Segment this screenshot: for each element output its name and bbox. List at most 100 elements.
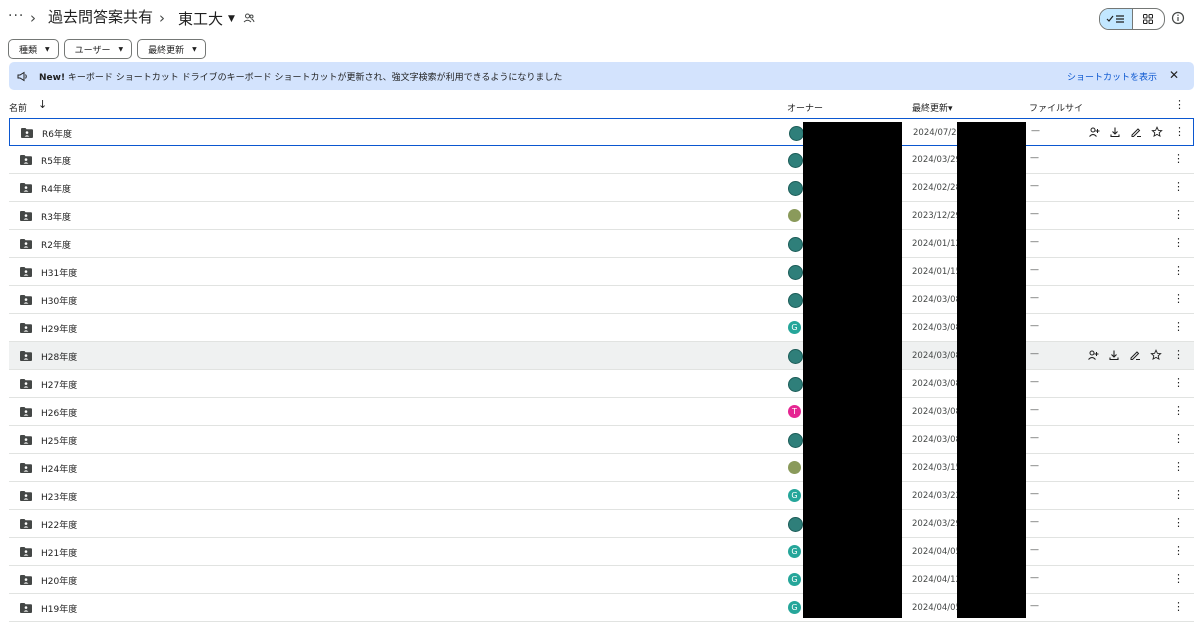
- column-name-header[interactable]: 名前: [9, 101, 27, 114]
- folder-name[interactable]: H25年度: [41, 434, 77, 447]
- modified-date: 2024/03/08: [912, 351, 961, 361]
- owner-avatar: G: [788, 545, 801, 558]
- shared-folder-icon[interactable]: [243, 12, 255, 24]
- close-icon[interactable]: ✕: [1169, 68, 1179, 82]
- filter-type-label: 種類: [19, 45, 38, 56]
- star-icon[interactable]: [1150, 349, 1162, 361]
- more-actions-icon[interactable]: ⋮: [1173, 292, 1184, 305]
- shared-folder-icon: [20, 407, 32, 417]
- folder-name[interactable]: R5年度: [41, 154, 71, 167]
- folder-name[interactable]: H19年度: [41, 602, 77, 615]
- grid-view-button[interactable]: [1131, 9, 1165, 29]
- modified-date: 2024/03/08: [912, 435, 961, 445]
- breadcrumb-separator: ›: [159, 9, 165, 27]
- caret-down-icon: ▼: [228, 13, 235, 24]
- folder-name[interactable]: H30年度: [41, 294, 77, 307]
- modified-date: 2024/01/12: [912, 239, 961, 249]
- filter-bar: 種類 ▼ ユーザー ▼ 最終更新 ▼: [8, 39, 206, 59]
- more-actions-icon[interactable]: ⋮: [1173, 516, 1184, 529]
- rename-icon[interactable]: [1130, 126, 1142, 138]
- owner-avatar: [788, 265, 803, 280]
- download-icon[interactable]: [1108, 349, 1120, 361]
- modified-date: 2024/03/08: [912, 379, 961, 389]
- folder-name[interactable]: R2年度: [41, 238, 71, 251]
- folder-name[interactable]: H29年度: [41, 322, 77, 335]
- column-size-header: ファイルサイ: [1029, 104, 1084, 114]
- owner-avatar: G: [788, 573, 801, 586]
- more-actions-icon[interactable]: ⋮: [1173, 320, 1184, 333]
- more-actions-icon[interactable]: ⋮: [1173, 572, 1184, 585]
- download-icon[interactable]: [1109, 126, 1121, 138]
- file-size: —: [1030, 405, 1039, 415]
- folder-name[interactable]: H20年度: [41, 574, 77, 587]
- folder-name[interactable]: H28年度: [41, 350, 77, 363]
- file-size: —: [1030, 237, 1039, 247]
- folder-name[interactable]: H21年度: [41, 546, 77, 559]
- folder-name[interactable]: H23年度: [41, 490, 77, 503]
- column-modified-header[interactable]: 最終更新▾: [912, 101, 953, 114]
- more-actions-icon[interactable]: ⋮: [1173, 348, 1184, 361]
- more-actions-icon[interactable]: ⋮: [1173, 488, 1184, 501]
- column-options-icon[interactable]: ⋮: [1174, 98, 1185, 111]
- sort-caret-icon: ▾: [948, 104, 953, 114]
- more-actions-icon[interactable]: ⋮: [1173, 208, 1184, 221]
- list-view-button[interactable]: [1100, 9, 1132, 29]
- announcement-banner: New! キーボード ショートカット ドライブのキーボード ショートカットが更新…: [9, 62, 1194, 90]
- shared-folder-icon: [20, 379, 32, 389]
- more-actions-icon[interactable]: ⋮: [1173, 376, 1184, 389]
- filter-modified-chip[interactable]: 最終更新 ▼: [137, 39, 206, 59]
- file-size: —: [1030, 545, 1039, 555]
- shared-folder-icon: [20, 575, 32, 585]
- more-actions-icon[interactable]: ⋮: [1173, 404, 1184, 417]
- star-icon[interactable]: [1151, 126, 1163, 138]
- file-size: —: [1030, 181, 1039, 191]
- folder-name[interactable]: H24年度: [41, 462, 77, 475]
- owner-avatar: [788, 461, 801, 474]
- owner-avatar: [788, 209, 801, 222]
- more-actions-icon[interactable]: ⋮: [1173, 152, 1184, 165]
- rename-icon[interactable]: [1129, 349, 1141, 361]
- breadcrumb-parent-label: 過去問答案共有: [48, 8, 154, 26]
- file-size: —: [1030, 209, 1039, 219]
- redaction-block: [803, 122, 902, 618]
- file-list-header: 名前 ↓ オーナー 最終更新▾ ファイルサイ ⋮: [0, 96, 1200, 118]
- shared-folder-icon: [20, 323, 32, 333]
- modified-date: 2023/12/29: [912, 211, 961, 221]
- folder-name[interactable]: R3年度: [41, 210, 71, 223]
- more-actions-icon[interactable]: ⋮: [1173, 236, 1184, 249]
- breadcrumb-parent[interactable]: 過去問答案共有: [48, 6, 153, 27]
- more-actions-icon[interactable]: ⋮: [1173, 460, 1184, 473]
- more-actions-icon[interactable]: ⋮: [1173, 600, 1184, 613]
- shared-folder-icon: [20, 463, 32, 473]
- sort-arrow-icon[interactable]: ↓: [38, 98, 47, 111]
- owner-avatar: [788, 153, 803, 168]
- top-bar: ··· › 過去問答案共有 › 東工大 ▼: [0, 0, 1200, 36]
- show-shortcuts-link[interactable]: ショートカットを表示: [1067, 70, 1157, 83]
- filter-people-chip[interactable]: ユーザー ▼: [63, 39, 133, 59]
- folder-name[interactable]: H26年度: [41, 406, 77, 419]
- folder-name[interactable]: R4年度: [41, 182, 71, 195]
- filter-type-chip[interactable]: 種類 ▼: [8, 39, 59, 59]
- file-size: —: [1030, 573, 1039, 583]
- more-actions-icon[interactable]: ⋮: [1173, 180, 1184, 193]
- share-icon[interactable]: [1087, 349, 1099, 361]
- folder-name[interactable]: H27年度: [41, 378, 77, 391]
- more-actions-icon[interactable]: ⋮: [1173, 432, 1184, 445]
- folder-name[interactable]: H31年度: [41, 266, 77, 279]
- folder-name[interactable]: R6年度: [42, 127, 72, 140]
- file-size: —: [1031, 126, 1040, 136]
- breadcrumb-more-button[interactable]: ···: [8, 8, 24, 24]
- share-icon[interactable]: [1088, 126, 1100, 138]
- folder-name[interactable]: H22年度: [41, 518, 77, 531]
- file-size: —: [1030, 517, 1039, 527]
- shared-folder-icon: [20, 155, 32, 165]
- breadcrumb-current-folder[interactable]: 東工大 ▼: [178, 8, 235, 29]
- owner-avatar: [789, 126, 804, 141]
- modified-date: 2024/03/08: [912, 295, 961, 305]
- more-actions-icon[interactable]: ⋮: [1174, 125, 1185, 138]
- owner-avatar: G: [788, 489, 801, 502]
- row-quick-actions: [1088, 126, 1163, 138]
- info-icon[interactable]: [1171, 11, 1185, 25]
- more-actions-icon[interactable]: ⋮: [1173, 264, 1184, 277]
- more-actions-icon[interactable]: ⋮: [1173, 544, 1184, 557]
